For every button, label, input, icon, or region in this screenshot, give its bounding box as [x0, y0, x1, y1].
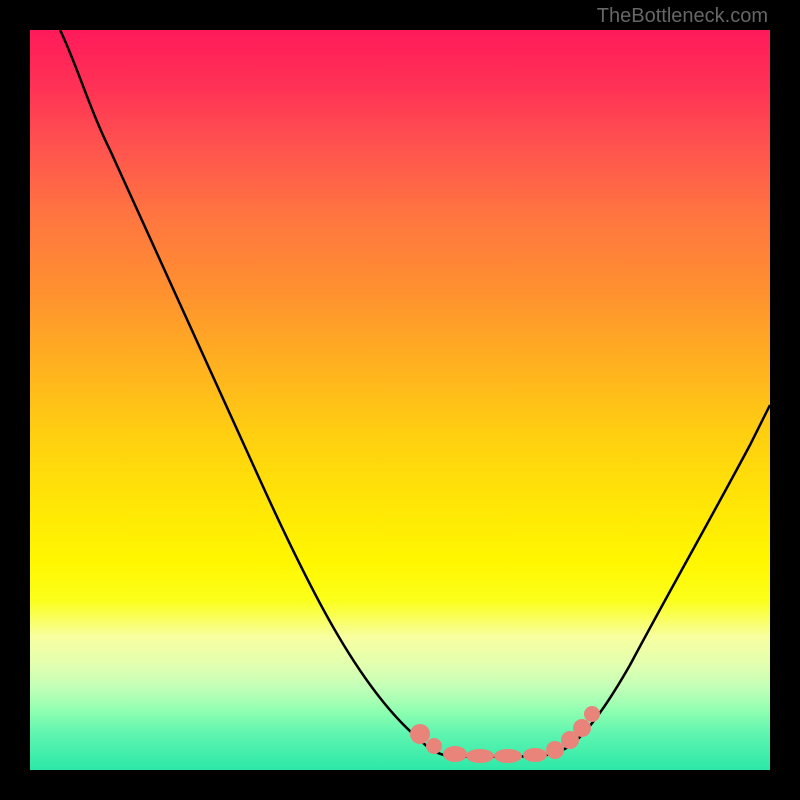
bottleneck-curve — [60, 30, 770, 757]
chart-svg — [30, 30, 770, 770]
watermark-text: TheBottleneck.com — [597, 5, 768, 28]
data-points — [410, 706, 600, 763]
chart-container: TheBottleneck.com — [0, 0, 800, 800]
plot-area — [30, 30, 770, 770]
